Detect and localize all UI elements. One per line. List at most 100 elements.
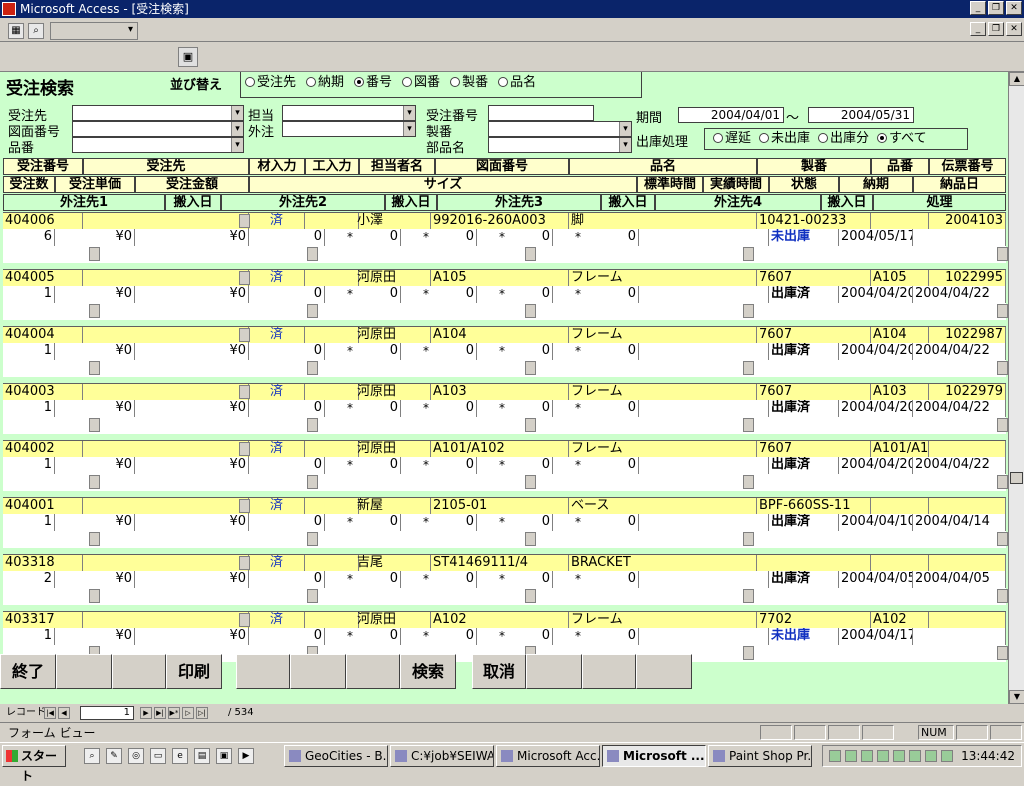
- tray-app-icon-2[interactable]: [877, 750, 889, 762]
- cell-n4[interactable]: 0: [477, 400, 553, 417]
- cell-blank[interactable]: [639, 514, 769, 531]
- cell-name[interactable]: フレーム: [569, 270, 757, 287]
- dropdown-arrow-icon[interactable]: [239, 499, 250, 513]
- cell-n1[interactable]: 0: [249, 229, 325, 246]
- cell-due[interactable]: 2004/04/05: [839, 571, 913, 588]
- cell-amount[interactable]: ¥0: [135, 343, 249, 360]
- cell-due[interactable]: 2004/04/20: [839, 457, 913, 474]
- sort-option-2[interactable]: 番号: [354, 75, 392, 90]
- cell-blank[interactable]: [305, 213, 359, 230]
- radio-icon[interactable]: [818, 133, 829, 143]
- cell-n3[interactable]: 0: [401, 286, 477, 303]
- dropdown-arrow-icon[interactable]: [89, 247, 100, 261]
- dropdown-arrow-icon[interactable]: [743, 589, 754, 603]
- cell-lot[interactable]: [757, 555, 871, 572]
- cell-person[interactable]: 河原田: [355, 441, 431, 458]
- blank-button-4[interactable]: [290, 654, 346, 689]
- cell-amount[interactable]: ¥0: [135, 457, 249, 474]
- order-no-input[interactable]: [488, 105, 594, 121]
- cell-n5[interactable]: 0: [553, 514, 639, 531]
- cell-n5[interactable]: 0: [553, 400, 639, 417]
- blank-button-3[interactable]: [236, 654, 290, 689]
- sort-option-5[interactable]: 品名: [498, 75, 536, 90]
- dropdown-arrow-icon[interactable]: [307, 304, 318, 318]
- scroll-thumb[interactable]: [1010, 472, 1023, 484]
- radio-icon[interactable]: [877, 133, 888, 143]
- cell-blank[interactable]: [83, 270, 249, 287]
- table-row[interactable]: 404004 済河原田 A104 フレーム 7607 A104 1022987 1 ¥0 ¥0 0 0…: [3, 326, 1008, 382]
- cell-lot[interactable]: 7607: [757, 327, 871, 344]
- cell-due[interactable]: 2004/04/20: [839, 286, 913, 303]
- dropdown-arrow-icon[interactable]: [525, 532, 536, 546]
- cell-name[interactable]: 脚: [569, 213, 757, 230]
- table-row[interactable]: 404001 済新屋 2105-01 ベース BPF-660SS-11 1 ¥0 ¥0 0 0 0 0…: [3, 497, 1008, 553]
- exit-button[interactable]: 終了: [0, 654, 56, 689]
- quicklaunch-folder-icon[interactable]: ▣: [216, 748, 232, 764]
- cell-name[interactable]: フレーム: [569, 384, 757, 401]
- dropdown-arrow-icon[interactable]: [743, 247, 754, 261]
- dropdown-arrow-icon[interactable]: [743, 304, 754, 318]
- tray-network-icon[interactable]: [829, 750, 841, 762]
- cell-part[interactable]: [871, 498, 929, 515]
- cell-part[interactable]: A102: [871, 612, 929, 629]
- next-record-icon[interactable]: ▶: [140, 707, 152, 719]
- quicklaunch-notepad-icon[interactable]: ✎: [106, 748, 122, 764]
- radio-icon[interactable]: [498, 77, 509, 87]
- cell-name[interactable]: ベース: [569, 498, 757, 515]
- cell-name[interactable]: フレーム: [569, 327, 757, 344]
- dropdown-arrow-icon[interactable]: [89, 475, 100, 489]
- tray-app-icon-3[interactable]: [893, 750, 905, 762]
- cell-due[interactable]: 2004/04/20: [839, 400, 913, 417]
- cell-n1[interactable]: 0: [249, 571, 325, 588]
- nav-icon-6[interactable]: ▷: [182, 707, 194, 719]
- cell-done[interactable]: 済: [249, 327, 305, 344]
- dropdown-arrow-icon[interactable]: [89, 532, 100, 546]
- radio-icon[interactable]: [245, 77, 255, 87]
- first-record-icon[interactable]: |◀: [44, 707, 56, 719]
- cell-amount[interactable]: ¥0: [135, 571, 249, 588]
- restore-button[interactable]: ❐: [988, 1, 1004, 15]
- cell-part[interactable]: A104: [871, 327, 929, 344]
- cell-n1[interactable]: 0: [249, 628, 325, 645]
- item-select[interactable]: [72, 137, 244, 153]
- cell-delivered[interactable]: 2004/04/22: [913, 400, 1006, 417]
- cell-n5[interactable]: 0: [553, 229, 639, 246]
- nav-icon-7[interactable]: ▷|: [196, 707, 208, 719]
- cell-n2[interactable]: 0: [325, 343, 401, 360]
- cell-n3[interactable]: 0: [401, 457, 477, 474]
- minimize-button[interactable]: _: [970, 1, 986, 15]
- cell-person[interactable]: 小澤: [355, 213, 431, 230]
- cell-name[interactable]: フレーム: [569, 441, 757, 458]
- dropdown-arrow-icon[interactable]: [997, 247, 1008, 261]
- cell-amount[interactable]: ¥0: [135, 514, 249, 531]
- cell-delivered[interactable]: 2004/04/22: [913, 343, 1006, 360]
- window-title-bar[interactable]: Microsoft Access - [受注検索] _ ❐ ✕: [0, 0, 1024, 18]
- cell-delivered[interactable]: [913, 628, 1006, 645]
- search-button[interactable]: 検索: [400, 654, 456, 689]
- cell-lot[interactable]: 7607: [757, 270, 871, 287]
- scroll-up-icon[interactable]: ▲: [1009, 72, 1024, 86]
- cell-blank[interactable]: [83, 384, 249, 401]
- cell-done[interactable]: 済: [249, 270, 305, 287]
- close-button[interactable]: ✕: [1006, 1, 1022, 15]
- radio-icon[interactable]: [354, 77, 365, 87]
- sort-option-4[interactable]: 製番: [450, 75, 488, 90]
- cell-status[interactable]: 出庫済: [769, 457, 839, 474]
- dropdown-arrow-icon[interactable]: [239, 214, 250, 228]
- tray-app-icon-6[interactable]: [941, 750, 953, 762]
- cell-n5[interactable]: 0: [553, 286, 639, 303]
- cell-n5[interactable]: 0: [553, 343, 639, 360]
- cell-n2[interactable]: 0: [325, 571, 401, 588]
- cell-price[interactable]: ¥0: [55, 571, 135, 588]
- dropdown-arrow-icon[interactable]: [307, 475, 318, 489]
- cell-price[interactable]: ¥0: [55, 514, 135, 531]
- cell-done[interactable]: 済: [249, 555, 305, 572]
- cell-lot[interactable]: 7607: [757, 384, 871, 401]
- cell-n3[interactable]: 0: [401, 400, 477, 417]
- cell-n4[interactable]: 0: [477, 514, 553, 531]
- cell-qty[interactable]: 1: [3, 514, 55, 531]
- cell-blank[interactable]: [83, 441, 249, 458]
- cell-n3[interactable]: 0: [401, 343, 477, 360]
- cell-n2[interactable]: 0: [325, 400, 401, 417]
- cell-drawing[interactable]: A103: [431, 384, 569, 401]
